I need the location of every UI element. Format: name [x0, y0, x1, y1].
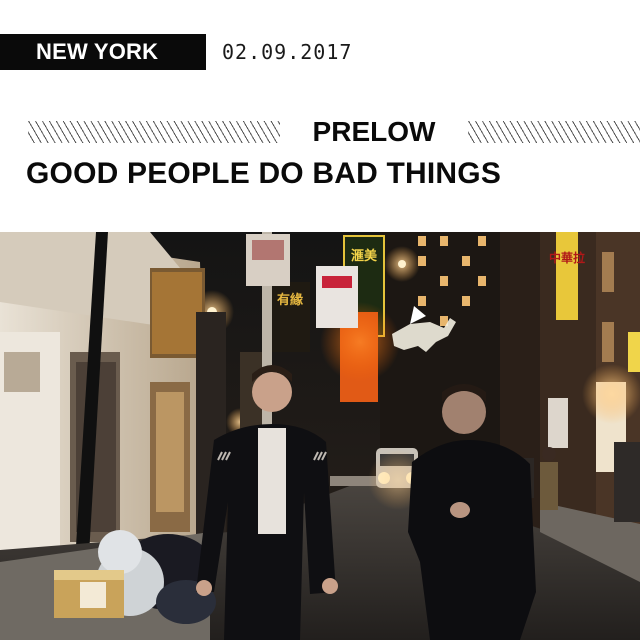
- sign-vertical-left: 有緣: [277, 292, 304, 308]
- hatch-divider-left: [28, 121, 280, 143]
- cover-header: NEW YORK 02.09.2017 PRELOW GOOD PEOPLE D…: [0, 0, 640, 232]
- release-date: 02.09.2017: [222, 40, 353, 64]
- hatch-divider-right: [468, 121, 640, 143]
- artist-name: PRELOW: [312, 116, 436, 147]
- location-badge: NEW YORK: [0, 34, 206, 70]
- street-photo: 中華拉 滙美 有緣: [0, 232, 640, 640]
- sign-vertical-mid: 滙美: [351, 248, 378, 264]
- sign-vertical-right: 中華拉: [549, 250, 585, 265]
- album-title: GOOD PEOPLE DO BAD THINGS: [26, 157, 502, 190]
